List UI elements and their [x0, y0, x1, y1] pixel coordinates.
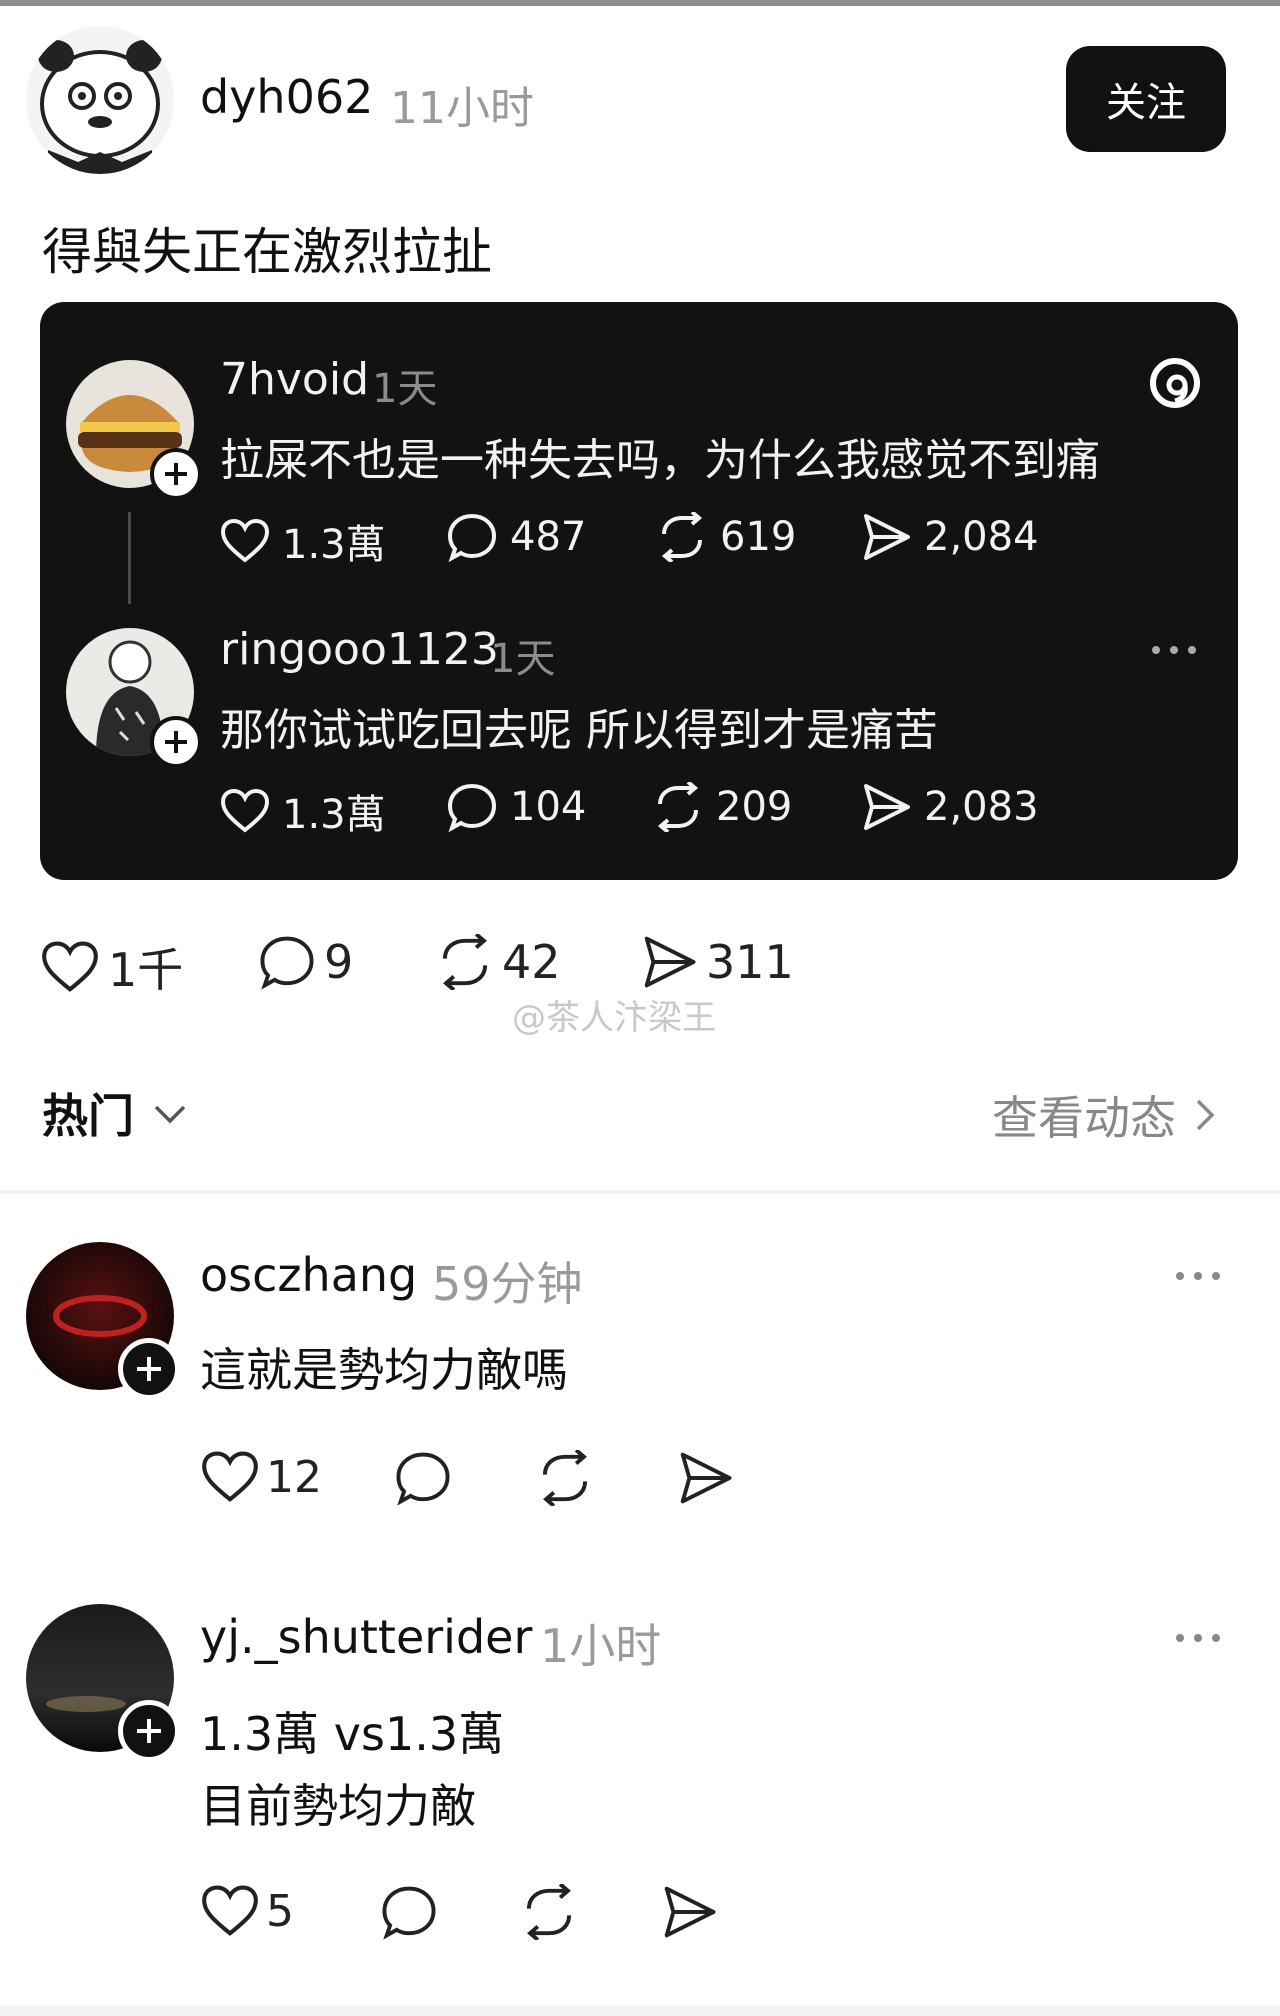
comment-button[interactable] [380, 1884, 444, 1940]
share-button[interactable]: 311 [640, 934, 794, 990]
share-count: 311 [706, 935, 794, 989]
watermark: @茶人汴梁王 [512, 998, 716, 1038]
heart-icon [202, 1451, 258, 1502]
share-button[interactable] [676, 1450, 740, 1506]
reply-author-name[interactable]: osczhang [200, 1248, 417, 1302]
post-text: 得與失正在激烈拉扯 [42, 223, 492, 281]
comment-icon [396, 1452, 450, 1506]
share-icon [664, 1886, 716, 1938]
chevron-right-icon [1196, 1099, 1215, 1131]
follow-plus-button[interactable] [150, 716, 202, 768]
repost-icon [661, 512, 703, 562]
share-button[interactable]: 2,084 [860, 512, 1039, 562]
repost-button[interactable]: 209 [652, 782, 792, 832]
plus-icon [165, 731, 187, 753]
repost-icon [526, 1884, 572, 1940]
comment-count: 487 [510, 514, 587, 560]
panda-avatar-icon [26, 26, 174, 174]
comment-button[interactable]: 104 [446, 782, 586, 832]
chevron-down-icon [154, 1105, 186, 1124]
comment-icon [382, 1886, 436, 1940]
repost-count: 619 [720, 514, 797, 560]
share-button[interactable] [660, 1884, 724, 1940]
comment-icon [260, 936, 314, 990]
repost-count: 209 [716, 784, 793, 830]
plus-icon [137, 1357, 161, 1381]
share-icon [680, 1452, 732, 1504]
comment-icon [447, 513, 497, 562]
quoted-text: 拉屎不也是一种失去吗，为什么我感觉不到痛 [220, 435, 1100, 486]
plus-icon [165, 463, 187, 485]
sort-label: 热门 [42, 1089, 134, 1143]
more-options-button[interactable] [1152, 646, 1196, 654]
share-icon [644, 936, 696, 988]
repost-button[interactable]: 619 [656, 512, 796, 562]
follow-button[interactable]: 关注 [1066, 46, 1226, 152]
comment-count: 104 [510, 784, 587, 830]
threads-logo-icon [1150, 358, 1200, 408]
like-button[interactable]: 5 [200, 1884, 294, 1938]
reply-text-line-1: 1.3萬 vs1.3萬 [200, 1707, 505, 1761]
thread-connector [128, 512, 131, 604]
avatar[interactable] [26, 26, 174, 174]
follow-plus-button[interactable] [150, 448, 202, 500]
post-author-name[interactable]: dyh062 [200, 70, 373, 124]
share-icon [864, 514, 910, 560]
more-options-button[interactable] [1176, 1272, 1220, 1280]
activity-label: 查看动态 [992, 1091, 1176, 1145]
repost-button[interactable] [520, 1884, 584, 1940]
comment-button[interactable]: 9 [258, 934, 353, 990]
reply-text-line-2: 目前勢均力敵 [200, 1779, 476, 1833]
quoted-time: 1天 [490, 636, 556, 682]
repost-button[interactable] [536, 1450, 600, 1506]
comment-button[interactable]: 487 [446, 512, 586, 562]
repost-icon [542, 1450, 588, 1506]
comment-icon [447, 783, 497, 832]
sort-dropdown[interactable]: 热门 [42, 1080, 190, 1146]
reply-time: 59分钟 [432, 1257, 583, 1311]
quoted-author-name[interactable]: 7hvoid [220, 354, 369, 405]
follow-plus-button[interactable] [118, 1338, 180, 1400]
more-options-button[interactable] [1176, 1634, 1220, 1642]
like-count: 1.3萬 [282, 522, 386, 568]
share-count: 2,083 [924, 784, 1039, 830]
heart-icon [220, 518, 270, 563]
reply-author-name[interactable]: yj._shutterider [200, 1610, 532, 1664]
repost-count: 42 [502, 935, 561, 989]
repost-icon [442, 934, 488, 990]
comment-count: 9 [324, 935, 354, 989]
top-border [0, 0, 1280, 6]
quoted-time: 1天 [372, 366, 438, 412]
like-button[interactable]: 1千 [40, 934, 183, 1000]
comment-button[interactable] [394, 1450, 458, 1506]
like-button[interactable]: 1.3萬 [220, 512, 386, 570]
heart-icon [202, 1885, 258, 1936]
reply-text: 這就是勢均力敵嗎 [200, 1343, 568, 1397]
repost-icon [657, 782, 699, 832]
like-count: 1.3萬 [282, 792, 386, 838]
post-time: 11小时 [390, 83, 534, 134]
bottom-divider [0, 2006, 1280, 2016]
like-button[interactable]: 12 [200, 1450, 322, 1504]
reply-time: 1小时 [540, 1619, 662, 1673]
like-count: 1千 [108, 943, 184, 997]
heart-icon [220, 788, 270, 833]
like-count: 12 [266, 1451, 322, 1503]
quoted-author-name[interactable]: ringooo1123 [220, 624, 499, 675]
quoted-text: 那你试试吃回去呢 所以得到才是痛苦 [220, 705, 938, 756]
like-button[interactable]: 1.3萬 [220, 782, 386, 840]
share-icon [864, 784, 910, 830]
share-count: 2,084 [924, 514, 1039, 560]
share-button[interactable]: 2,083 [860, 782, 1039, 832]
repost-button[interactable]: 42 [436, 934, 561, 990]
like-count: 5 [266, 1885, 294, 1937]
plus-icon [137, 1719, 161, 1743]
view-activity-link[interactable]: 查看动态 [992, 1082, 1220, 1148]
follow-plus-button[interactable] [118, 1700, 180, 1762]
heart-icon [42, 941, 98, 992]
section-divider [0, 1190, 1280, 1194]
